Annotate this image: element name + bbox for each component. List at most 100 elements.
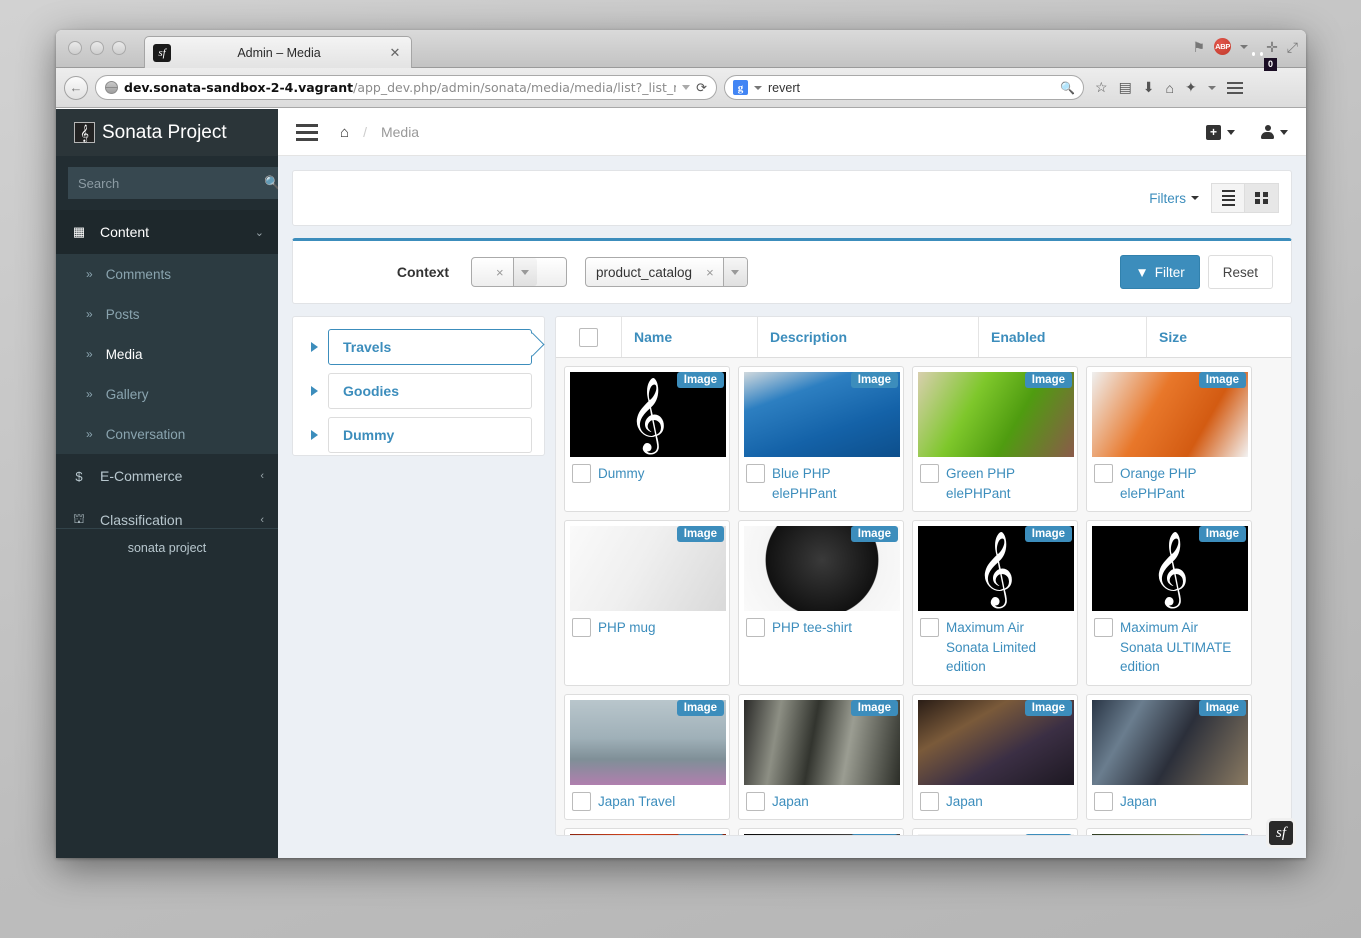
- sidebar-item-conversation[interactable]: » Conversation: [56, 414, 278, 454]
- filter-button[interactable]: ▼ Filter: [1120, 255, 1199, 289]
- media-card[interactable]: Image𝄞Maximum Air Sonata ULTIMATE editio…: [1086, 520, 1252, 686]
- media-title-link[interactable]: Orange PHP elePHPant: [1120, 464, 1244, 503]
- sidebar-item-content[interactable]: ▦ Content ⌄: [56, 210, 278, 254]
- adblock-plus-icon[interactable]: ABP: [1214, 38, 1231, 55]
- media-card[interactable]: Image𝄞Dummy: [564, 366, 730, 512]
- column-header-enabled[interactable]: Enabled: [979, 317, 1147, 357]
- media-select-checkbox[interactable]: [1094, 792, 1113, 811]
- media-card[interactable]: ImageOrange PHP elePHPant: [1086, 366, 1252, 512]
- media-select-checkbox[interactable]: [746, 618, 765, 637]
- media-card[interactable]: ImageGreen PHP elePHPant: [912, 366, 1078, 512]
- media-card[interactable]: ImageJapan: [912, 694, 1078, 821]
- chevron-down-icon[interactable]: [513, 258, 537, 286]
- flag-icon[interactable]: ⚑: [1193, 40, 1206, 54]
- symfony-debug-toolbar-icon[interactable]: sf: [1266, 818, 1296, 848]
- media-card[interactable]: ImageJapan: [1086, 694, 1252, 821]
- media-card[interactable]: ImageBlue PHP elePHPant: [738, 366, 904, 512]
- media-card[interactable]: Image: [912, 828, 1078, 836]
- media-card[interactable]: ImageJapan Travel: [564, 694, 730, 821]
- media-title-link[interactable]: Blue PHP elePHPant: [772, 464, 896, 503]
- sidebar-toggle-icon[interactable]: [296, 124, 318, 141]
- media-title-link[interactable]: Japan: [946, 792, 983, 812]
- media-title-link[interactable]: Japan Travel: [598, 792, 675, 812]
- media-title-link[interactable]: Japan: [1120, 792, 1157, 812]
- media-title-link[interactable]: Japan: [772, 792, 809, 812]
- reload-icon[interactable]: ⟳: [696, 80, 707, 96]
- browser-search-field[interactable]: g revert 🔍: [724, 75, 1084, 100]
- window-controls[interactable]: [68, 41, 126, 55]
- expand-triangle-icon[interactable]: [311, 430, 318, 440]
- minimize-window-button[interactable]: [90, 41, 104, 55]
- home-icon[interactable]: ⌂: [1166, 80, 1174, 96]
- close-window-button[interactable]: [68, 41, 82, 55]
- media-select-checkbox[interactable]: [572, 618, 591, 637]
- media-title-link[interactable]: PHP mug: [598, 618, 656, 638]
- add-menu-button[interactable]: +: [1206, 125, 1235, 140]
- media-title-link[interactable]: PHP tee-shirt: [772, 618, 852, 638]
- media-title-link[interactable]: Dummy: [598, 464, 645, 484]
- media-select-checkbox[interactable]: [920, 792, 939, 811]
- address-bar[interactable]: dev.sonata-sandbox-2-4.vagrant/app_dev.p…: [95, 75, 717, 100]
- address-dropdown-icon[interactable]: [682, 85, 690, 90]
- chevron-down-icon[interactable]: [723, 258, 747, 286]
- context-select-value[interactable]: product_catalog ×: [585, 257, 748, 287]
- sidebar-item-posts[interactable]: » Posts: [56, 294, 278, 334]
- select-all-checkbox[interactable]: [579, 328, 598, 347]
- back-button[interactable]: ←: [64, 76, 88, 100]
- column-header-name[interactable]: Name: [622, 317, 758, 357]
- media-select-checkbox[interactable]: [1094, 464, 1113, 483]
- media-select-checkbox[interactable]: [572, 464, 591, 483]
- media-title-link[interactable]: Green PHP elePHPant: [946, 464, 1070, 503]
- media-select-checkbox[interactable]: [746, 464, 765, 483]
- user-menu-button[interactable]: [1261, 125, 1288, 140]
- media-select-checkbox[interactable]: [1094, 618, 1113, 637]
- tree-item-travels[interactable]: Travels: [328, 329, 532, 365]
- close-tab-icon[interactable]: ✕: [387, 45, 403, 61]
- adblock-caret-icon[interactable]: [1240, 45, 1248, 49]
- tree-item-goodies[interactable]: Goodies: [328, 373, 532, 409]
- expand-triangle-icon[interactable]: [311, 386, 318, 396]
- media-card[interactable]: ImagePHP tee-shirt: [738, 520, 904, 686]
- add-extension-icon[interactable]: ✛: [1266, 40, 1278, 54]
- media-card[interactable]: Image: [564, 828, 730, 836]
- media-title-link[interactable]: Maximum Air Sonata ULTIMATE edition: [1120, 618, 1244, 677]
- media-card[interactable]: ImageJapan: [738, 694, 904, 821]
- download-icon[interactable]: ⬇: [1143, 79, 1155, 96]
- list-view-button[interactable]: [1211, 183, 1245, 213]
- media-card[interactable]: Image𝄞Maximum Air Sonata Limited edition: [912, 520, 1078, 686]
- grid-view-button[interactable]: [1245, 183, 1279, 213]
- browser-menu-icon[interactable]: [1227, 82, 1243, 94]
- clear-icon[interactable]: ×: [492, 265, 513, 280]
- sidebar-search-input[interactable]: [68, 167, 264, 199]
- sidebar-item-media[interactable]: » Media: [56, 334, 278, 374]
- media-title-link[interactable]: Maximum Air Sonata Limited edition: [946, 618, 1070, 677]
- media-select-checkbox[interactable]: [920, 618, 939, 637]
- browser-tab[interactable]: sf Admin – Media ✕: [144, 36, 412, 68]
- sidebar-item-ecommerce[interactable]: $ E-Commerce ‹: [56, 454, 278, 498]
- fullscreen-icon[interactable]: ⤢: [1287, 40, 1298, 54]
- brand-logo-area[interactable]: 𝄞 Sonata Project: [56, 109, 278, 156]
- media-card[interactable]: ImagePHP mug: [564, 520, 730, 686]
- reading-list-icon[interactable]: ▤: [1119, 79, 1132, 96]
- bookmark-star-icon[interactable]: ☆: [1095, 79, 1108, 96]
- search-engine-caret-icon[interactable]: [754, 86, 762, 90]
- tree-item-dummy[interactable]: Dummy: [328, 417, 532, 453]
- sidebar-search[interactable]: 🔍: [56, 156, 278, 210]
- sidebar-item-comments[interactable]: » Comments: [56, 254, 278, 294]
- clear-icon[interactable]: ×: [702, 265, 723, 280]
- breadcrumb-home-icon[interactable]: ⌂: [340, 124, 349, 141]
- overflow-caret-icon[interactable]: [1208, 86, 1216, 90]
- column-header-description[interactable]: Description: [758, 317, 979, 357]
- column-header-size[interactable]: Size: [1147, 317, 1291, 357]
- search-icon[interactable]: 🔍: [1060, 81, 1075, 95]
- media-select-checkbox[interactable]: [746, 792, 765, 811]
- sidebar-item-gallery[interactable]: » Gallery: [56, 374, 278, 414]
- media-select-checkbox[interactable]: [920, 464, 939, 483]
- media-card[interactable]: Image: [1086, 828, 1252, 836]
- reset-button[interactable]: Reset: [1208, 255, 1273, 289]
- media-select-checkbox[interactable]: [572, 792, 591, 811]
- expand-triangle-icon[interactable]: [311, 342, 318, 352]
- google-icon[interactable]: g: [733, 80, 748, 95]
- pin-icon[interactable]: ✦: [1185, 79, 1197, 96]
- media-card[interactable]: Image: [738, 828, 904, 836]
